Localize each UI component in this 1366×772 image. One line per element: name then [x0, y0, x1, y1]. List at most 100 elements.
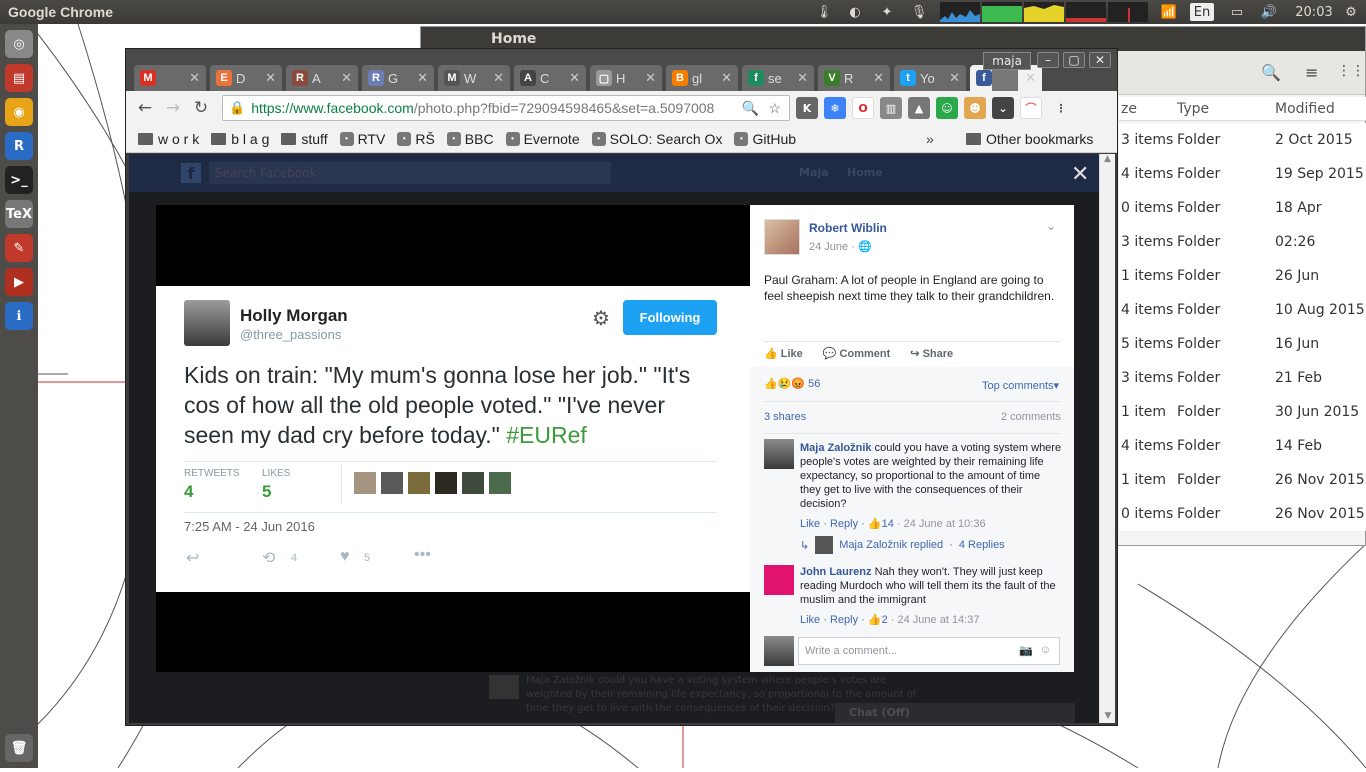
bookmarks-more-button[interactable]: » [926, 131, 934, 147]
settings-gear-icon[interactable]: ⚙ [1340, 0, 1362, 24]
comment-like-link[interactable]: Like [800, 518, 820, 530]
search-input[interactable]: Search Facebook [209, 162, 611, 184]
grid-menu-icon[interactable]: ⋮⋮ [1337, 63, 1365, 79]
tab-close-icon[interactable]: ✕ [721, 70, 732, 86]
chat-bar[interactable]: Chat (Off) [835, 703, 1075, 723]
comments-count[interactable]: 2 comments [1001, 411, 1061, 423]
file-row[interactable]: 3 items Folder 02:26 [1119, 225, 1366, 259]
file-row[interactable]: 4 items Folder 10 Aug 2015 [1119, 293, 1366, 327]
launcher-ubuntu-icon[interactable]: ◎ [5, 30, 33, 58]
launcher-r-icon[interactable]: R [5, 132, 33, 160]
emoji-icon[interactable]: ☺ [1040, 644, 1051, 656]
column-modified[interactable]: Modified [1275, 101, 1335, 117]
bookmark-item[interactable]: • SOLO: Search Ox [591, 131, 722, 147]
comment-time[interactable]: 24 June at 14:37 [898, 614, 980, 626]
scrollbar[interactable]: ▲ ▼ [1099, 154, 1115, 723]
maximize-button[interactable]: ▢ [1063, 52, 1085, 68]
system-monitor-cpu-icon[interactable] [940, 0, 980, 24]
extension-snowflake-icon[interactable]: ❄ [824, 97, 846, 119]
other-bookmarks[interactable]: Other bookmarks [966, 131, 1093, 147]
file-row[interactable]: 1 items Folder 26 Jun [1119, 259, 1366, 293]
profile-button[interactable]: maja [983, 52, 1031, 70]
comment-reply-link[interactable]: Reply [830, 518, 858, 530]
camera-icon[interactable]: 📷 [1019, 644, 1033, 657]
launcher-tools-icon[interactable]: ✎ [5, 234, 33, 262]
nav-home[interactable]: Home [847, 166, 883, 179]
tab-close-icon[interactable]: ✕ [797, 70, 808, 86]
comment-author[interactable]: Maja Založnik [800, 442, 872, 454]
bookmark-item[interactable]: b l a g [211, 131, 269, 147]
bookmark-item[interactable]: • BBC [446, 131, 494, 147]
battery-icon[interactable]: ▭ [1224, 0, 1250, 24]
chrome-menu-icon[interactable]: ⋮ [1054, 97, 1068, 119]
minimize-button[interactable]: – [1037, 52, 1059, 68]
browser-tab[interactable]: M W ✕ [438, 65, 510, 91]
clock[interactable]: 20:03 [1290, 0, 1338, 24]
system-monitor-mem-icon[interactable] [982, 0, 1022, 24]
launcher-terminal-icon[interactable]: >_ [5, 166, 33, 194]
comment-input[interactable]: Write a comment... 📷 ☺ [798, 637, 1060, 665]
thermometer-icon[interactable]: 🌡 [816, 0, 833, 24]
column-type[interactable]: Type [1177, 101, 1275, 117]
top-comments-dropdown[interactable]: Top comments▾ [982, 379, 1059, 392]
browser-tab[interactable]: t Yo ✕ [894, 65, 966, 91]
shares-link[interactable]: 3 shares [764, 411, 806, 423]
replies-link[interactable]: ↳ Maja Založnik replied · 4 Replies [800, 536, 1005, 554]
launcher-presentation-icon[interactable]: ▶ [5, 268, 33, 296]
browser-tab[interactable]: V R ✕ [818, 65, 890, 91]
author-avatar[interactable] [764, 219, 800, 255]
tab-close-icon[interactable]: ✕ [873, 70, 884, 86]
address-bar[interactable]: 🔒 https://www.facebook.com/photo.php?fbi… [222, 95, 790, 121]
tab-close-icon[interactable]: ✕ [569, 70, 580, 86]
file-row[interactable]: 0 items Folder 26 Nov 2015 [1119, 497, 1366, 531]
commenter-avatar[interactable] [764, 565, 794, 595]
extension-pocket-icon[interactable]: ⌄ [992, 97, 1014, 119]
like-button[interactable]: 👍 Like [764, 347, 803, 360]
browser-tab[interactable]: Bgl ✕ [666, 65, 738, 91]
back-button[interactable]: ← [132, 95, 158, 121]
comment-likes[interactable]: 👍14 [868, 518, 894, 530]
volume-icon[interactable]: 🔊 [1258, 0, 1280, 24]
dropbox-icon[interactable]: ✦ [878, 0, 896, 24]
launcher-info-icon[interactable]: ℹ [5, 302, 33, 330]
extension-green-icon[interactable]: ☺ [936, 97, 958, 119]
comment-like-link[interactable]: Like [800, 614, 820, 626]
tab-close-icon[interactable]: ✕ [341, 70, 352, 86]
comment-reply-link[interactable]: Reply [830, 614, 858, 626]
browser-tab[interactable]: f se ✕ [742, 65, 814, 91]
file-row[interactable]: 3 items Folder 2 Oct 2015 [1119, 123, 1366, 157]
bookmark-star-icon[interactable]: ☆ [768, 100, 781, 117]
close-button[interactable]: ✕ [1089, 52, 1111, 68]
microphone-icon[interactable]: 🎙 [910, 0, 928, 24]
search-icon[interactable]: 🔍 [1261, 63, 1281, 82]
scroll-down-arrow-icon[interactable]: ▼ [1100, 711, 1116, 721]
bookmark-item[interactable]: • GitHub [734, 131, 796, 147]
comment-likes[interactable]: 👍2 [868, 614, 888, 626]
bookmark-item[interactable]: • RŠ [397, 131, 435, 147]
bookmark-item[interactable]: • RTV [339, 131, 385, 147]
system-monitor-net-icon[interactable] [1066, 0, 1106, 24]
tab-close-icon[interactable]: ✕ [645, 70, 656, 86]
browser-tab[interactable]: A C ✕ [514, 65, 586, 91]
forward-button[interactable]: → [160, 95, 186, 121]
tab-close-icon[interactable]: ✕ [1025, 70, 1036, 86]
extension-book-icon[interactable]: ▥ [880, 97, 902, 119]
reactions[interactable]: 👍😢😡 56 [764, 377, 820, 390]
file-row[interactable]: 1 item Folder 26 Nov 2015 [1119, 463, 1366, 497]
comment-button[interactable]: 💬 Comment [823, 347, 891, 360]
browser-tab[interactable]: M ✕ [134, 65, 206, 91]
browser-tab[interactable]: R A ✕ [286, 65, 358, 91]
file-row[interactable]: 4 items Folder 14 Feb [1119, 429, 1366, 463]
column-size[interactable]: ze [1119, 101, 1177, 117]
post-author[interactable]: Robert Wiblin [809, 221, 887, 235]
tab-close-icon[interactable]: ✕ [417, 70, 428, 86]
close-photo-icon[interactable]: ✕ [1071, 162, 1089, 187]
comment-time[interactable]: 24 June at 10:36 [904, 518, 986, 530]
browser-tab[interactable]: R G ✕ [362, 65, 434, 91]
launcher-tex-icon[interactable]: TeX [5, 200, 33, 228]
browser-tab[interactable]: E D ✕ [210, 65, 282, 91]
system-monitor-swap-icon[interactable] [1024, 0, 1064, 24]
search-icon[interactable]: 🔍 [742, 100, 759, 117]
commenter-avatar[interactable] [764, 439, 794, 469]
sync-icon[interactable]: ◐ [846, 0, 864, 24]
